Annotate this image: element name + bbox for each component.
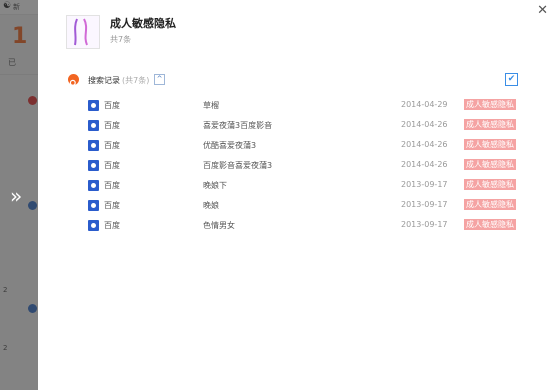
row-keyword: 喜爱夜蒲3百度影音: [203, 121, 273, 130]
baidu-paw-icon: [88, 160, 99, 171]
baidu-paw-icon: [88, 120, 99, 131]
row-keyword: 晚娘: [203, 201, 219, 210]
row-category-tag: 成人敏感隐私: [464, 139, 516, 150]
collapse-toggle-icon[interactable]: ^: [154, 74, 165, 85]
table-row[interactable]: 百度 优酷喜爱夜蒲3 2014-04-26 成人敏感隐私: [38, 137, 554, 157]
row-date: 2013-09-17: [401, 180, 448, 189]
row-keyword: 色情男女: [203, 221, 235, 230]
row-category-tag: 成人敏感隐私: [464, 219, 516, 230]
row-date: 2014-04-26: [401, 140, 448, 149]
table-row[interactable]: 百度 色情男女 2013-09-17 成人敏感隐私: [38, 217, 554, 237]
baidu-paw-icon: [88, 140, 99, 151]
row-category-tag: 成人敏感隐私: [464, 159, 516, 170]
row-keyword: 晚娘下: [203, 181, 227, 190]
table-row[interactable]: 百度 草榴 2014-04-29 成人敏感隐私: [38, 97, 554, 117]
row-category-tag: 成人敏感隐私: [464, 199, 516, 210]
detail-panel: ✕ 成人敏感隐私 共7条 搜索记录 (共7条) ^ ✔ 百度 草榴 2014-0…: [38, 0, 554, 390]
table-row[interactable]: 百度 晚娘 2013-09-17 成人敏感隐私: [38, 197, 554, 217]
row-engine: 百度: [104, 101, 120, 110]
row-engine: 百度: [104, 161, 120, 170]
category-count: 共7条: [110, 35, 132, 44]
row-keyword: 草榴: [203, 101, 219, 110]
category-title: 成人敏感隐私: [110, 17, 176, 30]
row-date: 2014-04-29: [401, 100, 448, 109]
expand-chevron-icon[interactable]: »: [10, 184, 23, 208]
baidu-paw-icon: [88, 180, 99, 191]
category-icon: [66, 15, 100, 49]
search-icon: [68, 74, 79, 88]
row-category-tag: 成人敏感隐私: [464, 119, 516, 130]
baidu-paw-icon: [88, 100, 99, 111]
row-date: 2013-09-17: [401, 220, 448, 229]
row-engine: 百度: [104, 201, 120, 210]
row-engine: 百度: [104, 181, 120, 190]
row-date: 2013-09-17: [401, 200, 448, 209]
row-date: 2014-04-26: [401, 160, 448, 169]
row-engine: 百度: [104, 221, 120, 230]
table-row[interactable]: 百度 喜爱夜蒲3百度影音 2014-04-26 成人敏感隐私: [38, 117, 554, 137]
row-category-tag: 成人敏感隐私: [464, 179, 516, 190]
row-keyword: 百度影音喜爱夜蒲3: [203, 161, 273, 170]
row-engine: 百度: [104, 121, 120, 130]
close-icon[interactable]: ✕: [537, 4, 548, 17]
table-row[interactable]: 百度 百度影音喜爱夜蒲3 2014-04-26 成人敏感隐私: [38, 157, 554, 177]
section-count: (共7条): [122, 76, 150, 85]
row-keyword: 优酷喜爱夜蒲3: [203, 141, 257, 150]
select-all-checkbox[interactable]: ✔: [505, 73, 518, 86]
row-category-tag: 成人敏感隐私: [464, 99, 516, 110]
table-row[interactable]: 百度 晚娘下 2013-09-17 成人敏感隐私: [38, 177, 554, 197]
baidu-paw-icon: [88, 220, 99, 231]
section-label: 搜索记录: [88, 76, 120, 85]
row-date: 2014-04-26: [401, 120, 448, 129]
row-engine: 百度: [104, 141, 120, 150]
baidu-paw-icon: [88, 200, 99, 211]
